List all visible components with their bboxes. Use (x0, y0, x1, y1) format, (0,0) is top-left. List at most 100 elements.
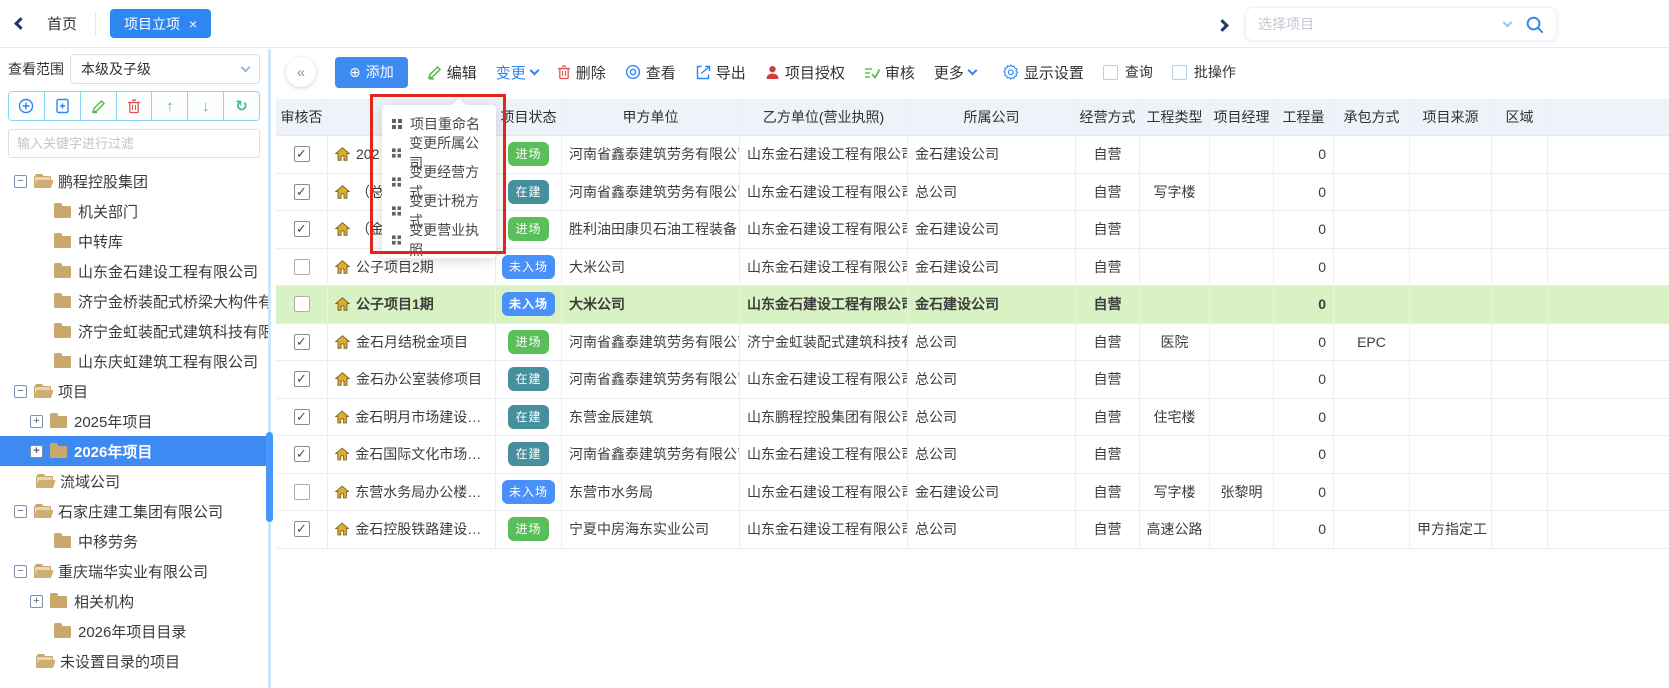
column-header[interactable]: 项目状态 (496, 99, 562, 135)
tree-expander-icon[interactable]: − (14, 175, 27, 188)
house-icon (335, 297, 350, 311)
table-row[interactable]: 金石控股铁路建设有… 进场 宁夏中房海东实业公司 山东金石建设工程有限公司 总公… (276, 511, 1669, 549)
tree-item[interactable]: + 2026年项目 (0, 436, 268, 466)
project-name-cell[interactable]: 金石国际文化市场建设 (328, 436, 496, 473)
audit-checkbox[interactable] (294, 334, 310, 350)
query-checkbox[interactable] (1103, 65, 1118, 80)
project-authorize-button[interactable]: 项目授权 (765, 62, 845, 83)
audit-checkbox[interactable] (294, 259, 310, 275)
column-header[interactable]: 区域 (1492, 99, 1548, 135)
tree-item[interactable]: + 相关机构 (0, 586, 268, 616)
table-row[interactable]: 金石月结税金项目 进场 河南省鑫泰建筑劳务有限公司 济宁金虹装配式建筑科技有限公… (276, 324, 1669, 362)
column-header[interactable]: 项目经理 (1210, 99, 1274, 135)
project-name-cell[interactable]: 金石明月市场建设项目 (328, 399, 496, 436)
project-select-input[interactable] (1258, 16, 1504, 32)
tree-expander-icon[interactable]: + (30, 445, 43, 458)
tab-project-initiation[interactable]: 项目立项 × (110, 9, 211, 38)
tree-add-child-button[interactable] (45, 92, 81, 120)
column-header[interactable]: 审核否 (276, 99, 328, 135)
view-icon (625, 64, 641, 80)
column-header[interactable]: 所属公司 (908, 99, 1076, 135)
tree-item[interactable]: 流域公司 (0, 466, 268, 496)
tree-item[interactable]: − 鹏程控股集团 (0, 166, 268, 196)
tree-expander-icon[interactable]: + (30, 415, 43, 428)
tree-item[interactable]: 2026年项目目录 (0, 616, 268, 646)
chevron-down-icon[interactable] (1503, 18, 1513, 28)
column-header[interactable]: 经营方式 (1076, 99, 1140, 135)
table-row[interactable]: 金石明月市场建设项目 在建 东营金辰建筑 山东鹏程控股集团有限公司 总公司 自营… (276, 399, 1669, 437)
batch-toggle[interactable]: 批操作 (1172, 62, 1236, 82)
search-icon[interactable] (1525, 15, 1544, 34)
tree-item[interactable]: 中移劳务 (0, 526, 268, 556)
scope-select[interactable]: 本级及子级 (70, 54, 260, 84)
breadcrumb-home[interactable]: 首页 (47, 13, 77, 34)
tree-item[interactable]: 济宁金虹装配式建筑科技有限公司 (0, 316, 268, 346)
tree-delete-button[interactable] (117, 92, 153, 120)
export-button[interactable]: 导出 (695, 62, 746, 83)
tree-add-button[interactable] (9, 92, 45, 120)
back-chevron-icon[interactable] (14, 17, 27, 30)
audit-checkbox[interactable] (294, 296, 310, 312)
view-button[interactable]: 查看 (625, 62, 676, 83)
display-settings-button[interactable]: 显示设置 (1003, 62, 1084, 83)
project-name-cell[interactable]: 金石办公室装修项目 (328, 361, 496, 398)
column-header[interactable]: 工程类型 (1140, 99, 1210, 135)
tree-item[interactable]: 未设置目录的项目 (0, 646, 268, 676)
tree-item[interactable]: 中转库 (0, 226, 268, 256)
tree-item[interactable]: − 重庆瑞华实业有限公司 (0, 556, 268, 586)
sidebar-scrollbar-thumb[interactable] (266, 432, 273, 522)
tree-edit-button[interactable] (81, 92, 117, 120)
tree-filter-input[interactable] (8, 129, 260, 158)
audit-checkbox[interactable] (294, 371, 310, 387)
add-button[interactable]: ⊕ 添加 (335, 57, 408, 88)
tree-move-down-button[interactable]: ↓ (188, 92, 224, 120)
column-header[interactable]: 项目来源 (1410, 99, 1492, 135)
project-name-cell[interactable]: 金石控股铁路建设有… (328, 511, 496, 548)
forward-chevron-icon[interactable] (1216, 19, 1229, 32)
tree-expander-icon[interactable]: − (14, 565, 27, 578)
tree-expander-icon[interactable]: − (14, 505, 27, 518)
batch-checkbox[interactable] (1172, 65, 1187, 80)
tree-move-up-button[interactable]: ↑ (152, 92, 188, 120)
filler-cell (1548, 286, 1669, 323)
audit-button[interactable]: 审核 (864, 62, 915, 83)
tree-expander-icon[interactable]: − (14, 385, 27, 398)
edit-button[interactable]: 编辑 (427, 62, 477, 83)
delete-button[interactable]: 删除 (557, 62, 606, 83)
audit-checkbox[interactable] (294, 146, 310, 162)
collapse-sidebar-button[interactable]: « (286, 57, 316, 87)
tree-item[interactable]: 机关部门 (0, 196, 268, 226)
quantity-cell: 0 (1274, 474, 1334, 511)
more-dropdown-button[interactable]: 更多 (934, 62, 976, 83)
column-header[interactable]: 乙方单位(营业执照) (740, 99, 908, 135)
tree-item[interactable]: 济宁金桥装配式桥梁大构件有限公司 (0, 286, 268, 316)
project-name-cell[interactable]: 金石月结税金项目 (328, 324, 496, 361)
tree-expander-icon[interactable]: + (30, 595, 43, 608)
table-row[interactable]: 金石国际文化市场建设 在建 河南省鑫泰建筑劳务有限公司 山东金石建设工程有限公司… (276, 436, 1669, 474)
tree-item[interactable]: − 石家庄建工集团有限公司 (0, 496, 268, 526)
tree-item[interactable]: − 项目 (0, 376, 268, 406)
audit-checkbox[interactable] (294, 409, 310, 425)
tree-item[interactable]: 山东庆虹建筑工程有限公司 (0, 346, 268, 376)
project-name-cell[interactable]: 公子项目1期 (328, 286, 496, 323)
column-header[interactable]: 甲方单位 (562, 99, 740, 135)
tree-item[interactable]: 山东金石建设工程有限公司 (0, 256, 268, 286)
table-row[interactable]: 金石办公室装修项目 在建 河南省鑫泰建筑劳务有限公司 山东金石建设工程有限公司 … (276, 361, 1669, 399)
audit-checkbox[interactable] (294, 521, 310, 537)
audit-checkbox[interactable] (294, 484, 310, 500)
table-row[interactable]: 东营水务局办公楼改建 未入场 东营市水务局 山东金石建设工程有限公司 金石建设公… (276, 474, 1669, 512)
table-row[interactable]: 公子项目1期 未入场 大米公司 山东金石建设工程有限公司 金石建设公司 自营 0 (276, 286, 1669, 324)
column-header[interactable]: 承包方式 (1334, 99, 1410, 135)
audit-checkbox[interactable] (294, 184, 310, 200)
project-select-box[interactable] (1245, 7, 1557, 41)
change-menu-item[interactable]: 变更营业执照 (382, 225, 496, 254)
column-header[interactable]: 工程量 (1274, 99, 1334, 135)
audit-checkbox[interactable] (294, 221, 310, 237)
project-name-cell[interactable]: 东营水务局办公楼改建 (328, 474, 496, 511)
audit-checkbox[interactable] (294, 446, 310, 462)
tree-item[interactable]: + 2025年项目 (0, 406, 268, 436)
tab-close-icon[interactable]: × (189, 17, 197, 31)
tree-refresh-button[interactable]: ↻ (224, 92, 259, 120)
change-dropdown-button[interactable]: 变更 (496, 62, 538, 83)
query-toggle[interactable]: 查询 (1103, 62, 1153, 82)
